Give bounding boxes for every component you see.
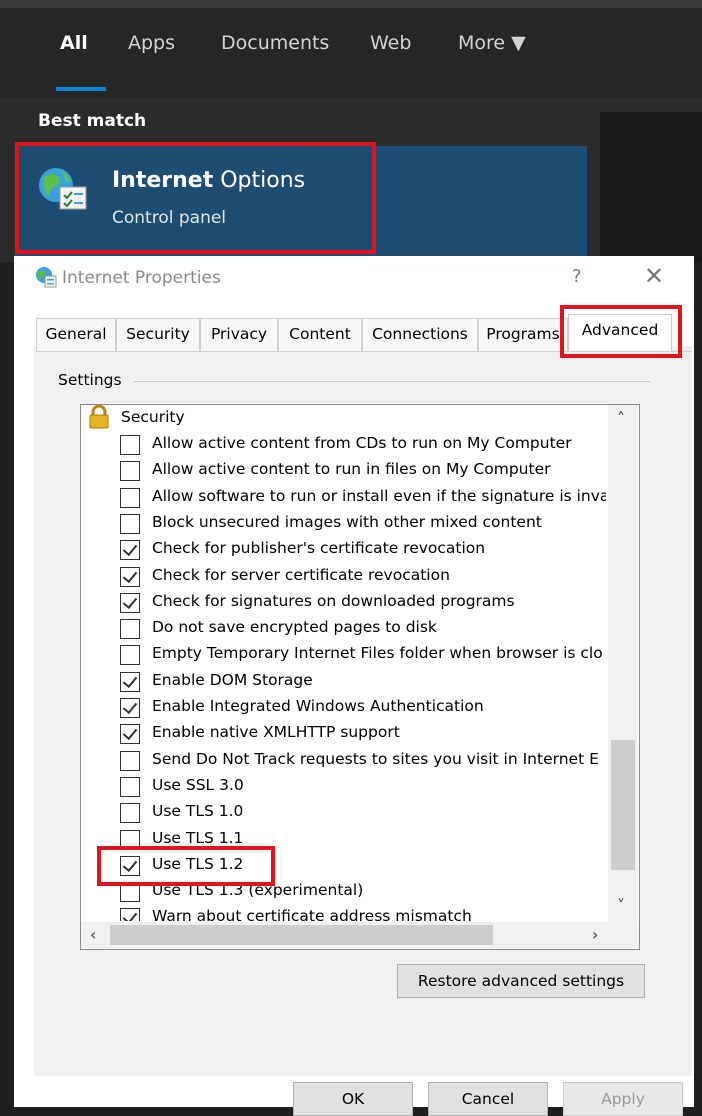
setting-row[interactable]: Block unsecured images with other mixed …	[120, 511, 608, 537]
cancel-button[interactable]: Cancel	[428, 1082, 548, 1116]
setting-row[interactable]: Use SSL 3.0	[120, 774, 608, 800]
setting-label: Check for server certificate revocation	[152, 565, 450, 584]
tab-all[interactable]: All	[60, 32, 88, 54]
setting-checkbox[interactable]	[120, 566, 140, 587]
tab-more[interactable]: More ▼	[458, 32, 526, 54]
tab-advanced[interactable]: Advanced	[568, 314, 672, 351]
tab-strip-border	[36, 351, 692, 352]
setting-label: Send Do Not Track requests to sites you …	[152, 749, 599, 768]
restore-advanced-settings-button[interactable]: Restore advanced settings	[397, 964, 645, 998]
internet-options-icon	[39, 168, 87, 210]
setting-row[interactable]: Warn about certificate address mismatch	[120, 905, 608, 921]
setting-checkbox[interactable]	[120, 592, 140, 613]
preview-pane	[600, 112, 702, 262]
setting-label: Warn about certificate address mismatch	[152, 907, 472, 921]
setting-checkbox[interactable]	[120, 513, 140, 534]
setting-row[interactable]: Check for server certificate revocation	[120, 564, 608, 590]
tab-privacy[interactable]: Privacy	[200, 318, 278, 351]
setting-label: Use TLS 1.1	[152, 828, 244, 847]
tab-documents[interactable]: Documents	[221, 32, 329, 54]
setting-checkbox[interactable]	[120, 619, 140, 640]
vertical-scroll-thumb[interactable]	[611, 740, 635, 870]
ok-button[interactable]: OK	[293, 1082, 413, 1116]
setting-row[interactable]: Allow active content to run in files on …	[120, 458, 608, 484]
scroll-left-icon[interactable]: ‹	[90, 925, 96, 944]
setting-row[interactable]: Enable Integrated Windows Authentication	[120, 695, 608, 721]
scroll-down-icon[interactable]: ˅	[617, 896, 625, 915]
setting-label: Allow active content to run in files on …	[152, 460, 551, 479]
setting-row[interactable]: Check for publisher's certificate revoca…	[120, 537, 608, 563]
setting-row[interactable]: Check for signatures on downloaded progr…	[120, 590, 608, 616]
setting-checkbox[interactable]	[120, 855, 140, 876]
setting-row[interactable]: Do not save encrypted pages to disk	[120, 616, 608, 642]
setting-label: Block unsecured images with other mixed …	[152, 512, 542, 531]
help-button[interactable]: ?	[572, 266, 582, 287]
scroll-right-icon[interactable]: ›	[592, 925, 598, 944]
setting-label: Use TLS 1.3 (experimental)	[152, 881, 364, 900]
internet-properties-icon	[36, 267, 57, 288]
setting-checkbox[interactable]	[120, 829, 140, 850]
top-strip	[0, 0, 702, 8]
tab-programs[interactable]: Programs	[478, 318, 568, 351]
setting-checkbox[interactable]	[120, 461, 140, 482]
tab-connections[interactable]: Connections	[362, 318, 478, 351]
setting-label: Use SSL 3.0	[152, 775, 244, 794]
setting-row[interactable]: Allow active content from CDs to run on …	[120, 432, 608, 458]
setting-row[interactable]: Use TLS 1.0	[120, 800, 608, 826]
setting-checkbox[interactable]	[120, 803, 140, 824]
setting-label: Enable native XMLHTTP support	[152, 723, 400, 742]
setting-label: Use TLS 1.0	[152, 802, 244, 821]
setting-checkbox[interactable]	[120, 724, 140, 745]
setting-label: Use TLS 1.2	[152, 854, 244, 873]
result-subtitle: Control panel	[112, 208, 227, 228]
setting-label: Empty Temporary Internet Files folder wh…	[152, 644, 603, 663]
tab-apps[interactable]: Apps	[128, 32, 175, 54]
setting-checkbox[interactable]	[120, 645, 140, 666]
active-tab-indicator	[56, 87, 106, 91]
setting-checkbox[interactable]	[120, 671, 140, 692]
setting-checkbox[interactable]	[120, 487, 140, 508]
setting-label: Check for signatures on downloaded progr…	[152, 591, 515, 610]
setting-label: Allow software to run or install even if…	[152, 486, 606, 505]
best-match-heading: Best match	[38, 111, 147, 131]
search-result-internet-options[interactable]	[15, 146, 587, 256]
tab-general[interactable]: General	[36, 318, 116, 351]
tab-content[interactable]: Content	[278, 318, 362, 351]
search-tabs	[0, 8, 702, 98]
setting-row[interactable]: Use TLS 1.1	[120, 827, 608, 853]
settings-group-rule	[134, 381, 650, 382]
tab-web[interactable]: Web	[370, 32, 411, 54]
setting-checkbox[interactable]	[120, 882, 140, 903]
setting-row[interactable]: Use TLS 1.3 (experimental)	[120, 879, 608, 905]
apply-button[interactable]: Apply	[563, 1082, 683, 1116]
setting-label: Do not save encrypted pages to disk	[152, 618, 437, 637]
setting-checkbox[interactable]	[120, 750, 140, 771]
setting-checkbox[interactable]	[120, 908, 140, 921]
setting-label: Enable DOM Storage	[152, 670, 313, 689]
setting-checkbox[interactable]	[120, 698, 140, 718]
setting-checkbox[interactable]	[120, 540, 140, 561]
setting-row[interactable]: Enable native XMLHTTP support	[120, 721, 608, 747]
dialog-title: Internet Properties	[62, 268, 221, 288]
result-title: Internet Options	[112, 168, 306, 193]
setting-row[interactable]: Enable DOM Storage	[120, 669, 608, 695]
scroll-up-icon[interactable]: ˄	[617, 409, 625, 428]
setting-row[interactable]: Allow software to run or install even if…	[120, 485, 608, 511]
settings-label: Settings	[58, 371, 126, 389]
tab-security[interactable]: Security	[116, 318, 200, 351]
setting-row[interactable]: Use TLS 1.2	[120, 853, 608, 879]
setting-checkbox[interactable]	[120, 435, 140, 455]
setting-checkbox[interactable]	[120, 776, 140, 797]
setting-row[interactable]: Empty Temporary Internet Files folder wh…	[120, 642, 608, 668]
setting-row[interactable]: Send Do Not Track requests to sites you …	[120, 748, 608, 774]
setting-label: Allow active content from CDs to run on …	[152, 434, 572, 452]
horizontal-scroll-thumb[interactable]	[110, 925, 493, 945]
close-button[interactable]: ✕	[644, 262, 664, 290]
setting-label: Enable Integrated Windows Authentication	[152, 697, 484, 715]
setting-label: Check for publisher's certificate revoca…	[152, 539, 486, 558]
